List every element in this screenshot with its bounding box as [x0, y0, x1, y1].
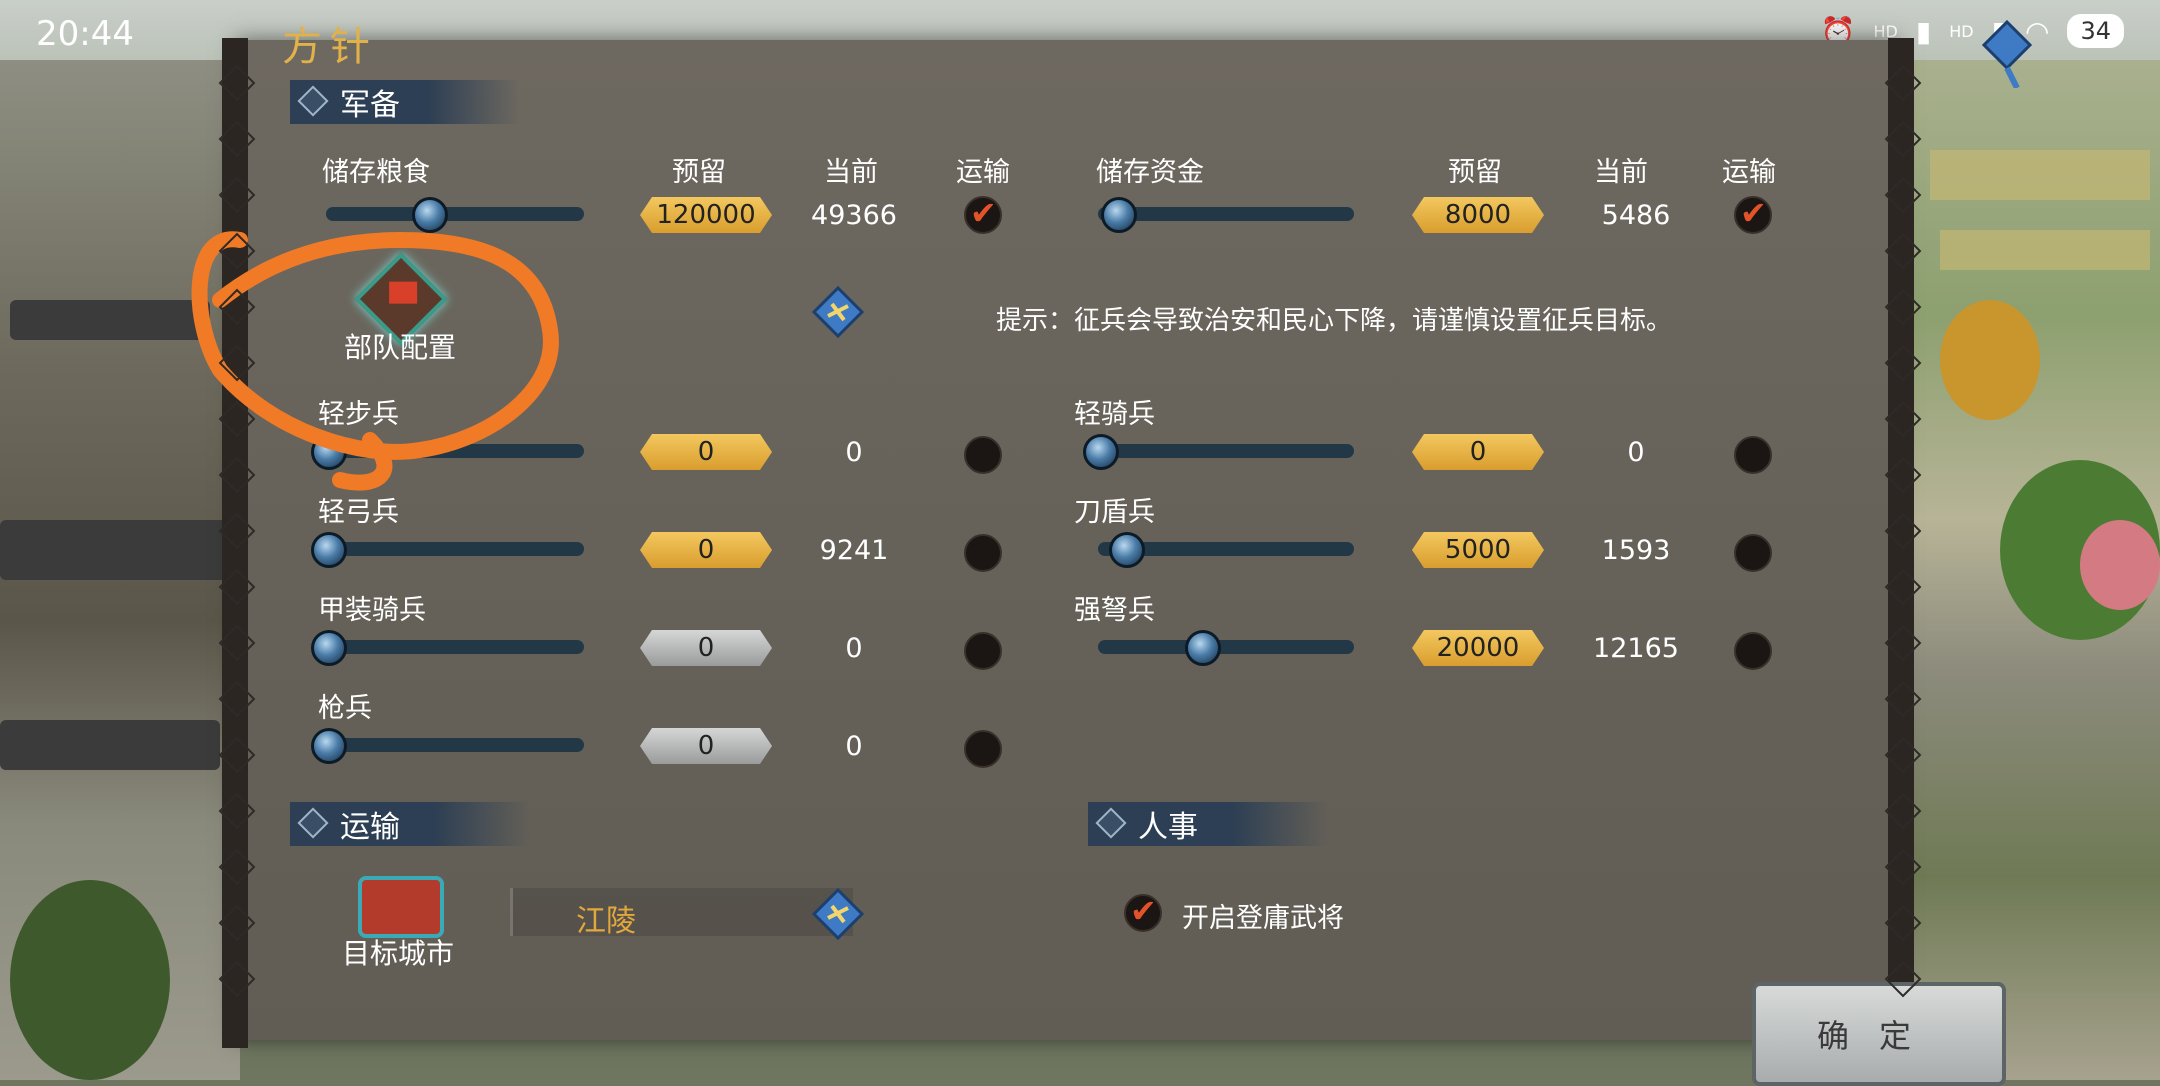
unit-reserve-value[interactable]: 20000 — [1412, 630, 1544, 666]
unit-current-value: 0 — [845, 633, 863, 664]
transport-header: 运输 — [956, 157, 1010, 188]
unit-slider[interactable] — [1083, 434, 1354, 470]
diamond-icon — [1095, 807, 1127, 839]
unit-reserve-value[interactable]: 0 — [640, 532, 772, 568]
fund-transport-checkbox[interactable]: ✔ — [1734, 194, 1772, 234]
fund-slider-knob[interactable] — [1101, 197, 1137, 233]
unit-current-value: 0 — [845, 731, 863, 762]
unit-reserve-value[interactable]: 0 — [640, 728, 772, 764]
section-header-military: 军备 — [290, 80, 520, 124]
unit-name: 轻骑兵 — [1074, 399, 1155, 430]
fund-reserve-value[interactable]: 8000 — [1412, 197, 1544, 233]
unit-transport-checkbox[interactable] — [1734, 436, 1772, 474]
unit-current-value: 0 — [845, 437, 863, 468]
unit-slider[interactable] — [1098, 630, 1354, 666]
unit-slider-knob[interactable] — [1185, 630, 1221, 666]
unit-reserve-value[interactable]: 0 — [640, 434, 772, 470]
food-current-value: 49366 — [811, 200, 897, 231]
unit-current-value: 12165 — [1593, 633, 1679, 664]
unit-slider[interactable] — [311, 434, 584, 470]
unit-slider[interactable] — [1098, 532, 1354, 568]
diamond-icon — [297, 85, 329, 117]
unit-name: 轻弓兵 — [318, 497, 399, 528]
transport-header-2: 运输 — [1722, 157, 1776, 188]
check-icon: ✔ — [970, 194, 997, 232]
fund-storage-label: 储存资金 — [1096, 157, 1204, 188]
unit-transport-checkbox[interactable] — [964, 436, 1002, 474]
fund-slider[interactable] — [1098, 197, 1354, 233]
signal-hd-label-2: HD — [1949, 21, 1974, 41]
unit-transport-checkbox[interactable] — [964, 730, 1002, 768]
food-slider[interactable] — [326, 197, 584, 233]
food-reserve-value[interactable]: 120000 — [640, 197, 772, 233]
current-header-2: 当前 — [1594, 157, 1648, 188]
unit-transport-checkbox[interactable] — [964, 534, 1002, 572]
unit-name: 刀盾兵 — [1074, 497, 1155, 528]
food-transport-checkbox[interactable]: ✔ — [964, 194, 1002, 234]
unit-transport-checkbox[interactable] — [1734, 632, 1772, 670]
unit-slider-knob[interactable] — [311, 532, 347, 568]
unit-name: 枪兵 — [318, 693, 372, 724]
section-title: 运输 — [340, 810, 400, 845]
section-title: 人事 — [1138, 810, 1198, 845]
target-city-name[interactable]: 江陵 — [576, 896, 636, 940]
unit-reserve-value[interactable]: 0 — [640, 630, 772, 666]
unit-current-value: 1593 — [1601, 535, 1671, 566]
unit-current-value: 0 — [1627, 437, 1645, 468]
panel-title: 方针 — [282, 24, 378, 70]
fund-current-value: 5486 — [1601, 200, 1671, 231]
unit-config-label[interactable]: 部队配置 — [344, 326, 456, 366]
unit-slider-knob[interactable] — [311, 728, 347, 764]
unit-slider[interactable] — [311, 532, 584, 568]
unit-reserve-value[interactable]: 0 — [1412, 434, 1544, 470]
target-city-label: 目标城市 — [342, 937, 455, 970]
clock: 20:44 — [36, 14, 134, 54]
transport-flag-icon[interactable] — [812, 888, 864, 940]
recruit-officers-checkbox[interactable]: ✔ — [1124, 892, 1162, 932]
reserve-header-2: 预留 — [1448, 157, 1502, 188]
unit-slider[interactable] — [311, 630, 584, 666]
unit-reserve-value[interactable]: 5000 — [1412, 532, 1544, 568]
unit-transport-checkbox[interactable] — [1734, 534, 1772, 572]
section-header-personnel: 人事 — [1088, 802, 1328, 846]
food-storage-label: 储存粮食 — [322, 157, 430, 188]
unit-transport-checkbox[interactable] — [964, 632, 1002, 670]
unit-slider[interactable] — [311, 728, 584, 764]
unit-slider-knob[interactable] — [1083, 434, 1119, 470]
section-title: 军备 — [340, 88, 400, 123]
food-slider-knob[interactable] — [412, 197, 448, 233]
battery-indicator: 34 — [2067, 14, 2124, 48]
unit-current-value: 9241 — [819, 535, 889, 566]
current-header: 当前 — [824, 157, 878, 188]
signal-icon: ▮ — [1915, 14, 1932, 48]
check-icon: ✔ — [1740, 194, 1767, 232]
recruit-hint: 提示：征兵会导致治安和民心下降，请谨慎设置征兵目标。 — [996, 306, 1673, 336]
recruit-officers-label: 开启登庸武将 — [1182, 903, 1344, 934]
diamond-icon — [297, 807, 329, 839]
unit-slider-knob[interactable] — [311, 630, 347, 666]
confirm-button[interactable]: 确定 — [1752, 982, 2006, 1086]
auto-config-flag-icon[interactable] — [812, 286, 864, 338]
unit-name: 轻步兵 — [318, 399, 399, 430]
target-city-icon[interactable] — [358, 876, 444, 938]
section-header-transport: 运输 — [290, 802, 530, 846]
unit-name: 强弩兵 — [1074, 595, 1155, 626]
target-city-field[interactable] — [510, 888, 853, 936]
unit-slider-knob[interactable] — [311, 434, 347, 470]
flag-banner-icon[interactable] — [1982, 18, 2032, 88]
unit-name: 甲装骑兵 — [318, 595, 426, 626]
unit-slider-knob[interactable] — [1109, 532, 1145, 568]
check-icon: ✔ — [1130, 892, 1157, 930]
reserve-header: 预留 — [672, 157, 726, 188]
